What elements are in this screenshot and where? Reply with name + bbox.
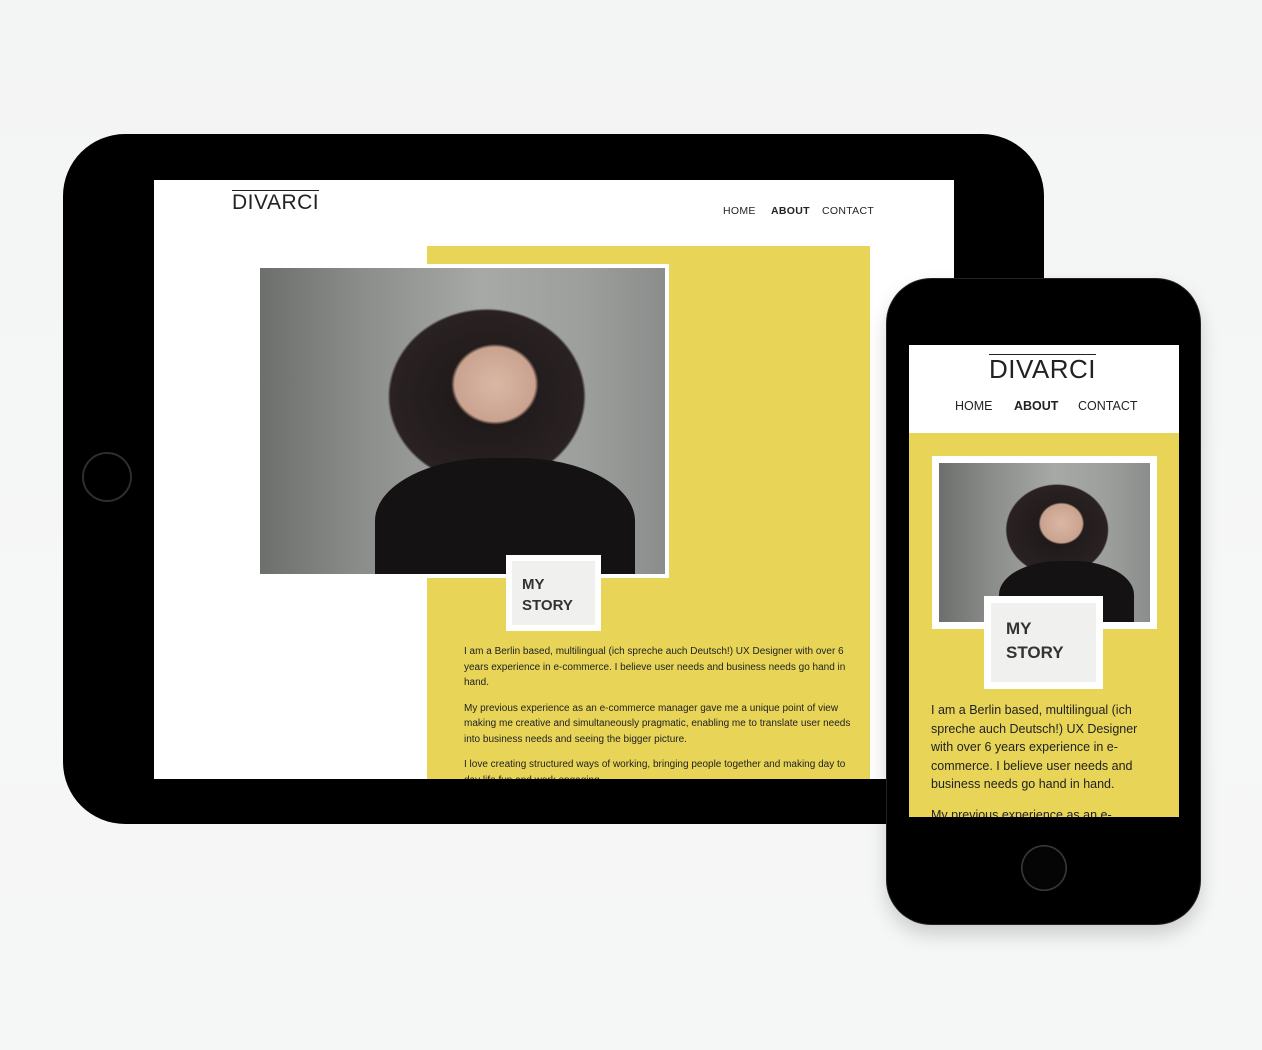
phone-device: DIVARCI HOME ABOUT CONTACT MY STORY I am… (887, 279, 1200, 924)
story-heading: MY STORY (991, 603, 1096, 682)
tablet-home-button[interactable] (82, 452, 132, 502)
portrait-photo-frame (257, 264, 669, 578)
story-heading: MY STORY (512, 561, 595, 625)
phone-home-button[interactable] (1021, 845, 1067, 891)
site-logo[interactable]: DIVARCI (232, 190, 320, 213)
nav-about[interactable]: ABOUT (771, 205, 810, 217)
portrait-photo (260, 268, 665, 574)
story-heading-line2: STORY (522, 597, 573, 614)
nav-contact[interactable]: CONTACT (822, 205, 874, 217)
story-heading-line1: MY (522, 576, 545, 593)
story-heading-line2: STORY (1006, 643, 1064, 662)
story-paragraph: My previous experience as an e-commerce … (464, 702, 851, 745)
tablet-screen: DIVARCI HOME ABOUT CONTACT MY STORY I am… (154, 180, 954, 779)
nav-contact[interactable]: CONTACT (1078, 399, 1138, 413)
story-paragraph: I am a Berlin based, multilingual (ich s… (931, 703, 1138, 791)
story-heading-box: MY STORY (984, 596, 1103, 689)
story-paragraph: I am a Berlin based, multilingual (ich s… (464, 646, 846, 688)
story-heading-line1: MY (1006, 619, 1032, 638)
nav-about[interactable]: ABOUT (1014, 399, 1058, 413)
story-text: I am a Berlin based, multilingual (ich s… (931, 701, 1163, 817)
story-paragraph: I love creating structured ways of worki… (464, 759, 846, 779)
site-logo[interactable]: DIVARCI (989, 354, 1097, 382)
phone-screen: DIVARCI HOME ABOUT CONTACT MY STORY I am… (909, 345, 1179, 817)
story-paragraph: My previous experience as an e- (931, 807, 1112, 818)
story-heading-box: MY STORY (506, 555, 601, 631)
nav-home[interactable]: HOME (723, 205, 756, 217)
story-text: I am a Berlin based, multilingual (ich s… (464, 644, 854, 779)
nav-home[interactable]: HOME (955, 399, 993, 413)
